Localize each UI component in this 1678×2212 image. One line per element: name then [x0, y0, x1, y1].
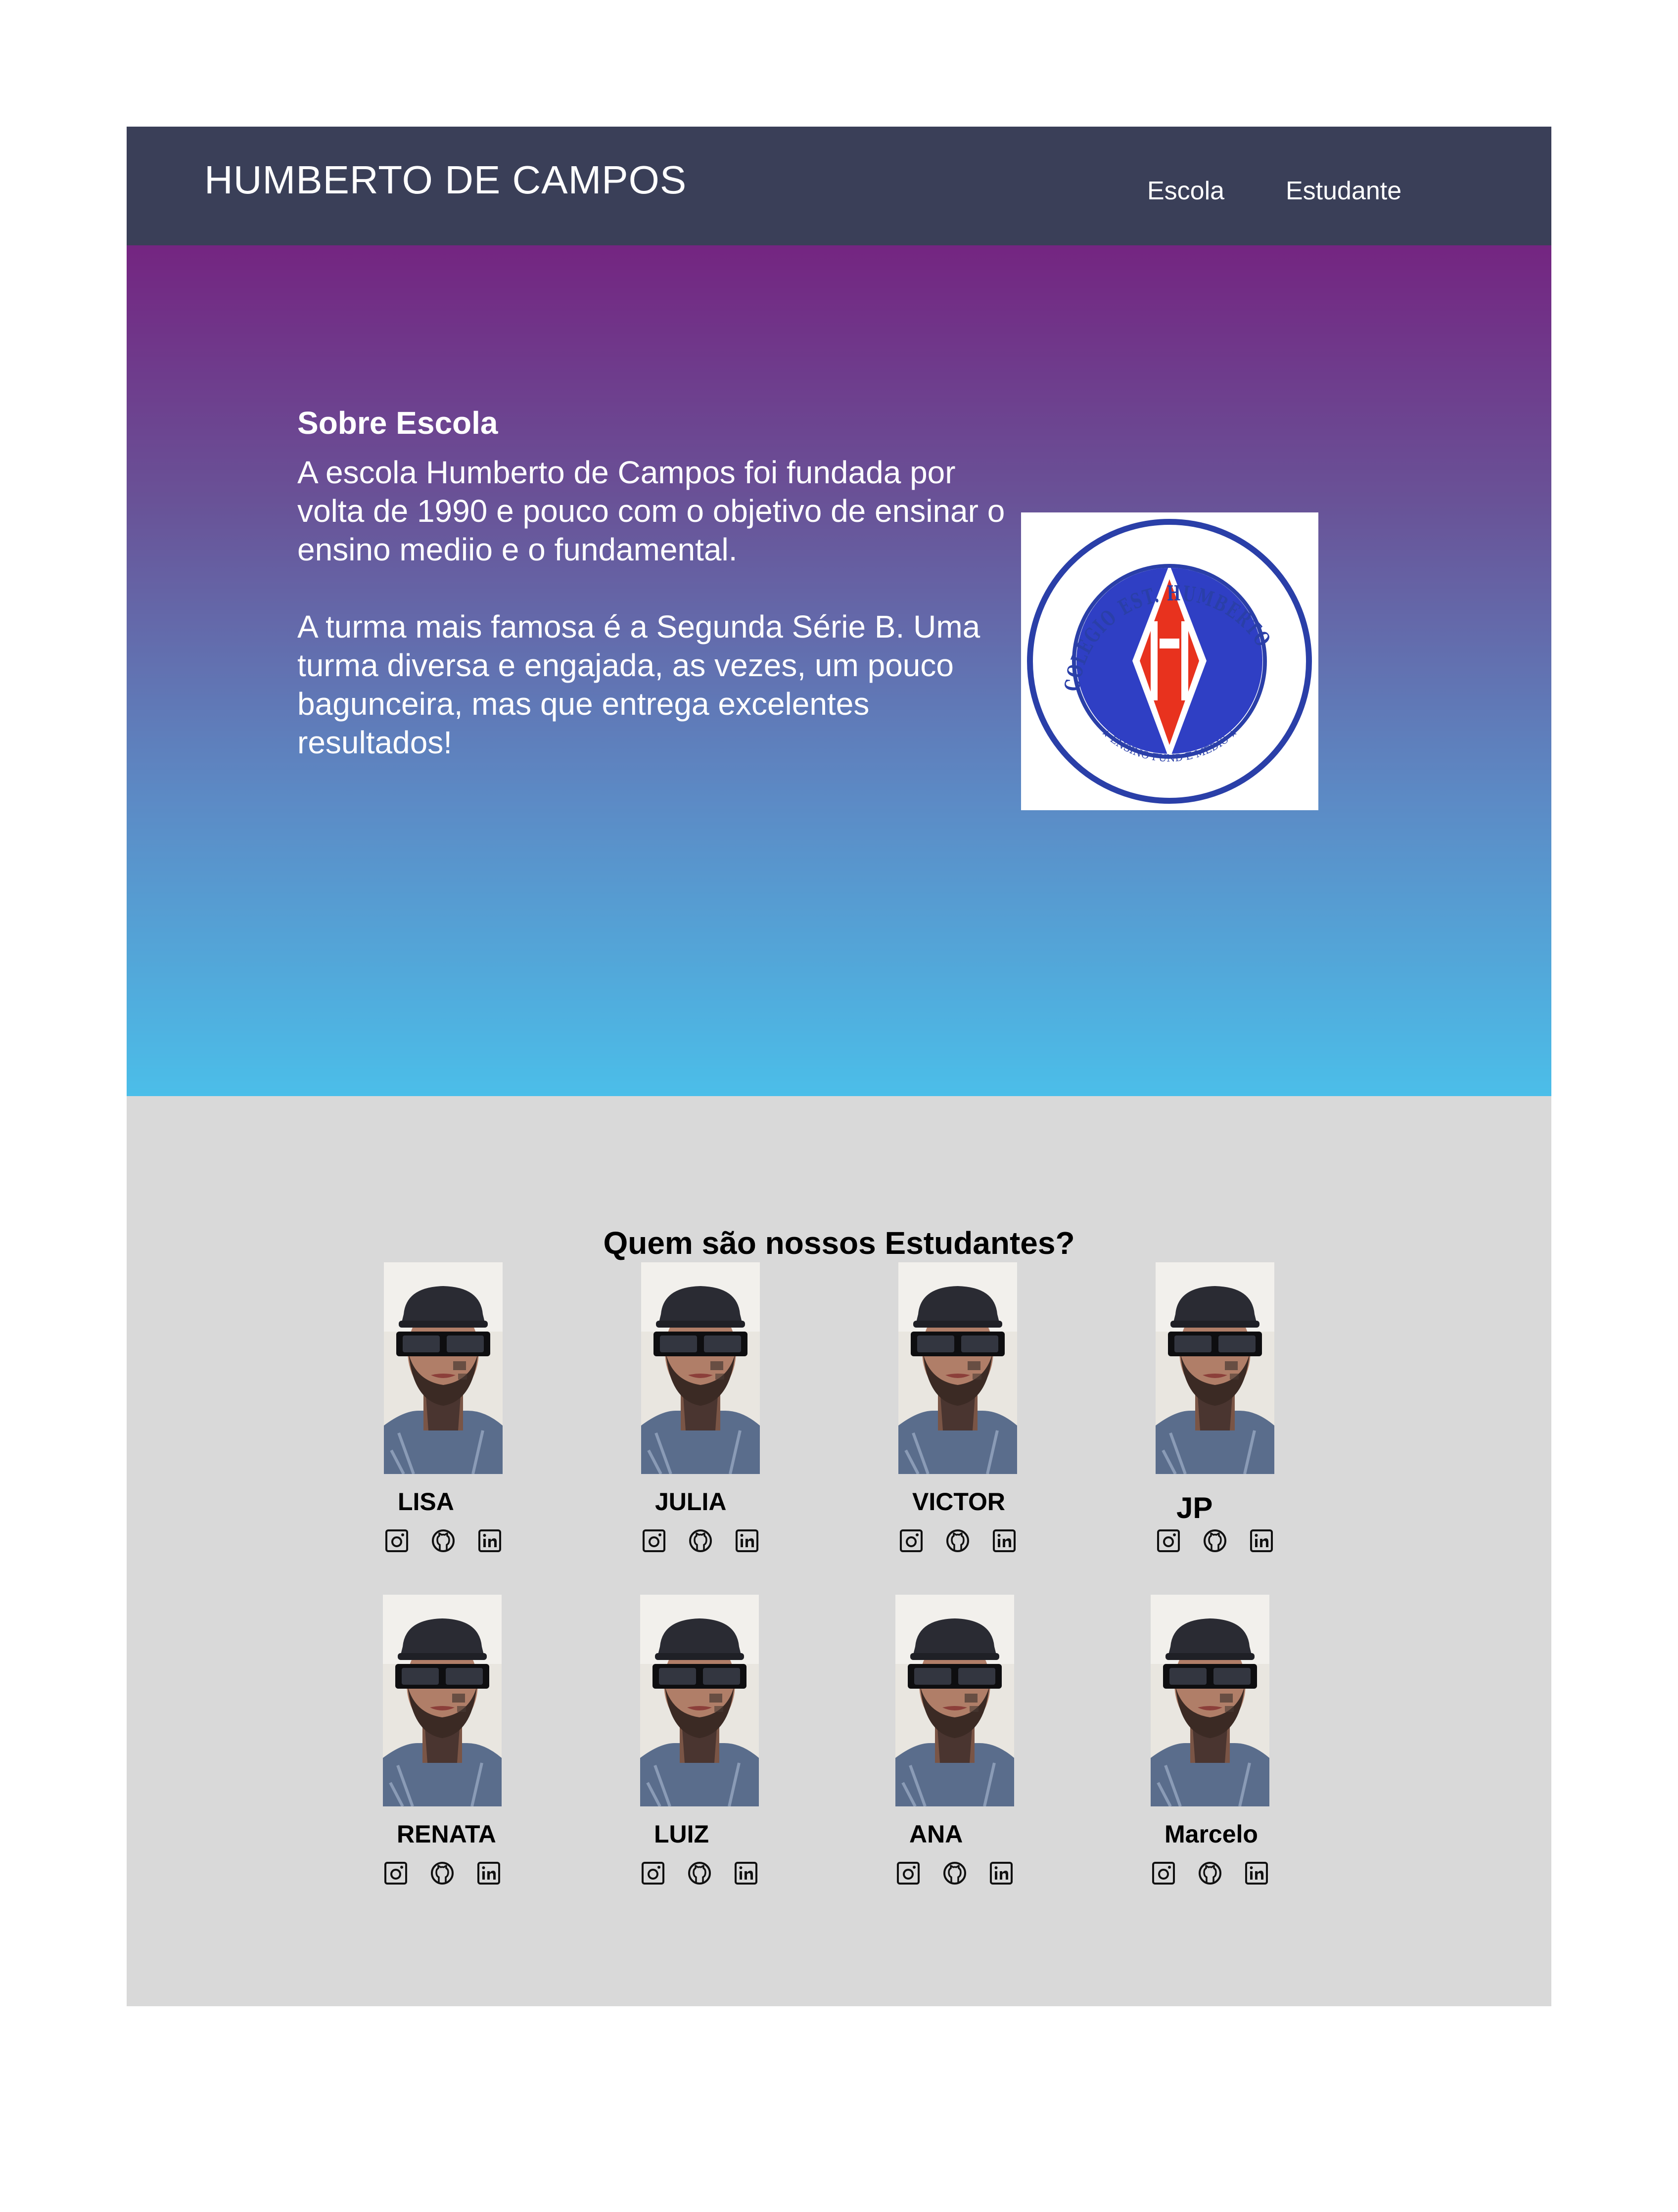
instagram-icon[interactable] — [383, 1860, 409, 1886]
linkedin-icon[interactable] — [734, 1528, 760, 1554]
instagram-icon[interactable] — [384, 1528, 410, 1554]
nav-link-escola[interactable]: Escola — [1147, 176, 1224, 206]
about-paragraph-history: A escola Humberto de Campos foi fundada … — [297, 455, 1005, 567]
about-heading: Sobre Escola — [297, 405, 498, 441]
nav-link-estudante[interactable]: Estudante — [1286, 176, 1401, 206]
linkedin-icon[interactable] — [1244, 1860, 1269, 1886]
github-icon[interactable] — [942, 1860, 968, 1886]
github-icon[interactable] — [945, 1528, 971, 1554]
instagram-icon[interactable] — [1156, 1528, 1181, 1554]
linkedin-icon[interactable] — [988, 1860, 1014, 1886]
navbar: HUMBERTO DE CAMPOS Escola Estudante — [127, 127, 1551, 245]
linkedin-icon[interactable] — [477, 1528, 503, 1554]
instagram-icon[interactable] — [895, 1860, 921, 1886]
page-frame: HUMBERTO DE CAMPOS Escola Estudante Sobr… — [127, 127, 1551, 2006]
site-title: HUMBERTO DE CAMPOS — [204, 158, 687, 202]
about-paragraph-class: A turma mais famosa é a Segunda Série B.… — [297, 609, 980, 760]
instagram-icon[interactable] — [641, 1528, 667, 1554]
student-name: LISA — [398, 1488, 454, 1516]
student-photo — [898, 1262, 1017, 1474]
student-name: LUIZ — [654, 1820, 709, 1848]
instagram-icon[interactable] — [898, 1528, 924, 1554]
student-photo — [1156, 1262, 1274, 1474]
github-icon[interactable] — [688, 1528, 713, 1554]
student-name: VICTOR — [912, 1488, 1005, 1516]
student-photo — [383, 1595, 502, 1806]
student-card-luiz: LUIZ — [640, 1595, 769, 1901]
linkedin-icon[interactable] — [733, 1860, 759, 1886]
student-photo — [641, 1262, 760, 1474]
student-card-julia: JULIA — [641, 1262, 770, 1569]
github-icon[interactable] — [430, 1528, 456, 1554]
student-name: Marcelo — [1165, 1820, 1258, 1848]
school-logo-emblem: COLÉGIO EST. HUMBERTO DE CAMPOS ★ ENSINO… — [1021, 512, 1312, 804]
github-icon[interactable] — [1202, 1528, 1228, 1554]
student-card-renata: RENATA — [383, 1595, 512, 1901]
students-title: Quem são nossos Estudantes? — [603, 1225, 1075, 1261]
github-icon[interactable] — [1197, 1860, 1223, 1886]
student-card-jp: JP — [1156, 1262, 1284, 1569]
linkedin-icon[interactable] — [476, 1860, 502, 1886]
linkedin-icon[interactable] — [991, 1528, 1017, 1554]
student-photo — [1151, 1595, 1269, 1806]
student-name: RENATA — [397, 1820, 496, 1848]
student-name: JULIA — [655, 1488, 727, 1516]
instagram-icon[interactable] — [1151, 1860, 1176, 1886]
linkedin-icon[interactable] — [1249, 1528, 1274, 1554]
school-logo: COLÉGIO EST. HUMBERTO DE CAMPOS ★ ENSINO… — [1021, 512, 1318, 810]
student-card-ana: ANA — [895, 1595, 1024, 1901]
students-section: Quem são nossos Estudantes? — [127, 1096, 1551, 2006]
student-card-victor: VICTOR — [898, 1262, 1027, 1569]
student-name: JP — [1176, 1491, 1213, 1524]
student-photo — [895, 1595, 1014, 1806]
student-photo — [384, 1262, 503, 1474]
student-name: ANA — [909, 1820, 963, 1848]
student-photo — [640, 1595, 759, 1806]
student-card-lisa: LISA — [384, 1262, 513, 1569]
github-icon[interactable] — [429, 1860, 455, 1886]
github-icon[interactable] — [687, 1860, 712, 1886]
student-card-marcelo: Marcelo — [1151, 1595, 1279, 1901]
instagram-icon[interactable] — [640, 1860, 666, 1886]
